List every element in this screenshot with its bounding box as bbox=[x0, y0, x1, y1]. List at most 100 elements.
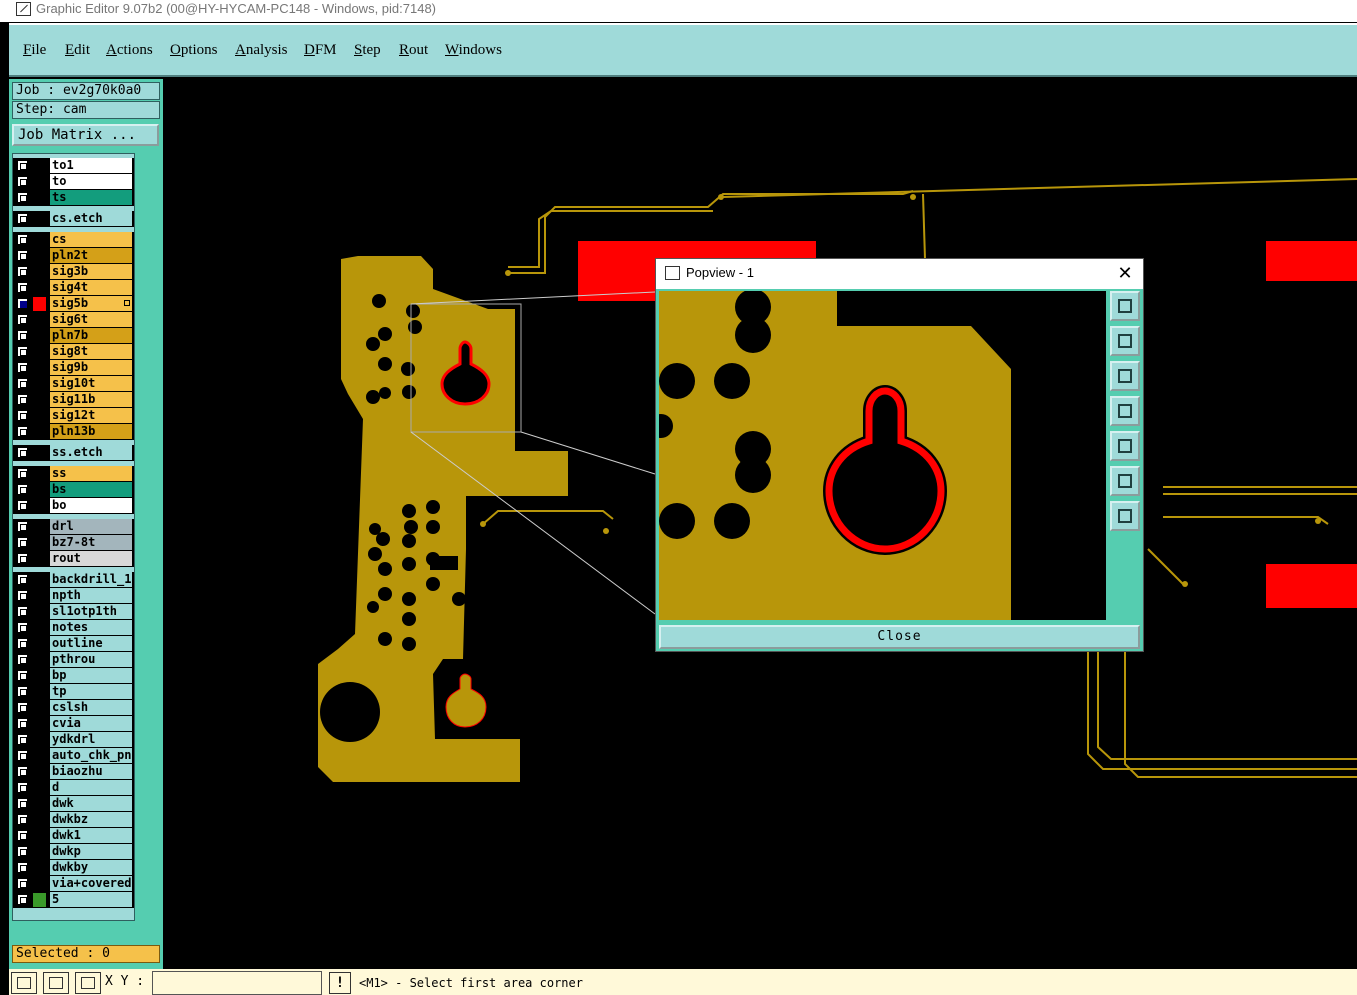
layer-row[interactable]: to bbox=[13, 174, 134, 190]
layer-color-swatch[interactable] bbox=[33, 345, 46, 359]
layer-name[interactable]: sig4t bbox=[50, 280, 132, 295]
layer-color-swatch[interactable] bbox=[33, 589, 46, 603]
layer-color-swatch[interactable] bbox=[33, 893, 46, 907]
layer-color-swatch[interactable] bbox=[33, 637, 46, 651]
layer-name[interactable]: dwkp bbox=[50, 844, 132, 859]
layer-name[interactable]: ts bbox=[50, 190, 132, 205]
menu-step[interactable]: Step bbox=[354, 42, 381, 59]
layer-row[interactable]: rout bbox=[13, 551, 134, 567]
layer-color-swatch[interactable] bbox=[33, 621, 46, 635]
layer-color-swatch[interactable] bbox=[33, 425, 46, 439]
layer-color-swatch[interactable] bbox=[33, 829, 46, 843]
layer-row[interactable]: pln7b bbox=[13, 328, 134, 344]
layer-row[interactable]: dwkby bbox=[13, 860, 134, 876]
layer-checkbox[interactable] bbox=[17, 250, 28, 261]
layer-row[interactable]: sig5b bbox=[13, 296, 134, 312]
layer-name[interactable]: notes bbox=[50, 620, 132, 635]
layer-name[interactable]: sig8t bbox=[50, 344, 132, 359]
layer-color-swatch[interactable] bbox=[33, 393, 46, 407]
layer-color-swatch[interactable] bbox=[33, 536, 46, 550]
layer-name[interactable]: backdrill_1- bbox=[50, 572, 132, 587]
layer-name[interactable]: dwk bbox=[50, 796, 132, 811]
layer-name[interactable]: drl bbox=[50, 519, 132, 534]
layer-checkbox[interactable] bbox=[17, 160, 28, 171]
layer-color-swatch[interactable] bbox=[33, 813, 46, 827]
layer-checkbox[interactable] bbox=[17, 686, 28, 697]
layer-row[interactable]: sig8t bbox=[13, 344, 134, 360]
layer-row[interactable]: ts bbox=[13, 190, 134, 206]
layer-color-swatch[interactable] bbox=[33, 361, 46, 375]
layer-color-swatch[interactable] bbox=[33, 797, 46, 811]
layer-row[interactable]: dwk1 bbox=[13, 828, 134, 844]
layer-color-swatch[interactable] bbox=[33, 717, 46, 731]
layer-name[interactable]: sig12t bbox=[50, 408, 132, 423]
layer-name[interactable]: sig5b bbox=[50, 296, 132, 311]
layer-checkbox[interactable] bbox=[17, 750, 28, 761]
layer-name[interactable]: auto_chk_pn bbox=[50, 748, 132, 763]
layer-name[interactable]: d bbox=[50, 780, 132, 795]
layer-name[interactable]: sl1otp1th bbox=[50, 604, 132, 619]
layer-checkbox[interactable] bbox=[17, 484, 28, 495]
popview-title-bar[interactable]: Popview - 1 ✕ bbox=[656, 259, 1143, 289]
layer-name[interactable]: sig10t bbox=[50, 376, 132, 391]
layer-row[interactable]: sig6t bbox=[13, 312, 134, 328]
layer-checkbox[interactable] bbox=[17, 394, 28, 405]
layer-name[interactable]: sig3b bbox=[50, 264, 132, 279]
layer-row[interactable]: pln13b bbox=[13, 424, 134, 440]
layer-name[interactable]: to1 bbox=[50, 158, 132, 173]
layer-checkbox[interactable] bbox=[17, 702, 28, 713]
layer-checkbox[interactable] bbox=[17, 500, 28, 511]
layer-row[interactable]: bs bbox=[13, 482, 134, 498]
menu-rout[interactable]: Rout bbox=[399, 42, 428, 59]
warning-icon[interactable]: ! bbox=[329, 972, 351, 994]
layer-row[interactable]: sig3b bbox=[13, 264, 134, 280]
layer-row[interactable]: drl bbox=[13, 519, 134, 535]
layer-color-swatch[interactable] bbox=[33, 377, 46, 391]
layer-color-swatch[interactable] bbox=[33, 265, 46, 279]
layer-color-swatch[interactable] bbox=[33, 520, 46, 534]
layer-checkbox[interactable] bbox=[17, 176, 28, 187]
layer-color-swatch[interactable] bbox=[33, 605, 46, 619]
menu-actions[interactable]: Actions bbox=[106, 42, 153, 59]
layer-name[interactable]: tp bbox=[50, 684, 132, 699]
job-matrix-button[interactable]: Job Matrix ... bbox=[12, 124, 159, 146]
layer-name[interactable]: dwkbz bbox=[50, 812, 132, 827]
layer-color-swatch[interactable] bbox=[33, 499, 46, 513]
layer-row[interactable]: auto_chk_pn bbox=[13, 748, 134, 764]
measure-icon[interactable] bbox=[43, 972, 69, 994]
layer-color-swatch[interactable] bbox=[33, 446, 46, 460]
layer-color-swatch[interactable] bbox=[33, 765, 46, 779]
layer-name[interactable]: 5 bbox=[50, 892, 132, 907]
layer-name[interactable]: dwk1 bbox=[50, 828, 132, 843]
layer-checkbox[interactable] bbox=[17, 192, 28, 203]
layer-color-swatch[interactable] bbox=[33, 175, 46, 189]
layer-color-swatch[interactable] bbox=[33, 281, 46, 295]
layer-color-swatch[interactable] bbox=[33, 483, 46, 497]
layer-name[interactable]: ydkdrl bbox=[50, 732, 132, 747]
close-icon[interactable]: ✕ bbox=[1115, 263, 1135, 283]
layer-name[interactable]: npth bbox=[50, 588, 132, 603]
layer-color-swatch[interactable] bbox=[33, 877, 46, 891]
layer-name[interactable]: sig9b bbox=[50, 360, 132, 375]
pan-up-icon[interactable] bbox=[1110, 326, 1140, 356]
layer-color-swatch[interactable] bbox=[33, 212, 46, 226]
layer-row[interactable]: cs.etch bbox=[13, 211, 134, 227]
layer-checkbox[interactable] bbox=[17, 814, 28, 825]
layer-name[interactable]: pthrou bbox=[50, 652, 132, 667]
layer-name[interactable]: cslsh bbox=[50, 700, 132, 715]
layer-name[interactable]: ss.etch bbox=[50, 445, 132, 460]
zoom-center-icon[interactable] bbox=[1110, 501, 1140, 531]
menu-dfm[interactable]: DFM bbox=[304, 42, 337, 59]
layer-color-swatch[interactable] bbox=[33, 409, 46, 423]
layer-checkbox[interactable] bbox=[17, 862, 28, 873]
layer-checkbox[interactable] bbox=[17, 234, 28, 245]
zoom-fit-icon[interactable] bbox=[1110, 466, 1140, 496]
layer-row[interactable]: outline bbox=[13, 636, 134, 652]
layer-name[interactable]: sig6t bbox=[50, 312, 132, 327]
layer-row[interactable]: to1 bbox=[13, 158, 134, 174]
layer-checkbox[interactable] bbox=[17, 330, 28, 341]
layer-checkbox[interactable] bbox=[17, 734, 28, 745]
menu-file[interactable]: File bbox=[23, 42, 46, 59]
layer-name[interactable]: via+covered bbox=[50, 876, 132, 891]
layer-row[interactable]: cs bbox=[13, 232, 134, 248]
